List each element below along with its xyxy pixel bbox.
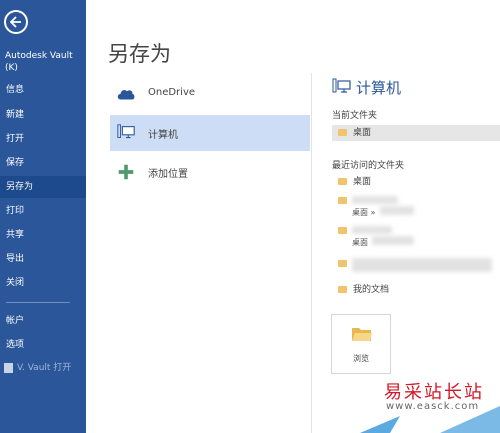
place-label: OneDrive — [148, 87, 196, 98]
redacted-text — [352, 226, 392, 234]
folder-icon — [338, 227, 347, 234]
plus-icon — [118, 164, 134, 180]
watermark-url: www.easck.com — [386, 401, 480, 412]
backstage-nav: Autodesk Vault (K) 信息 新建 打开 保存 另存为 打印 共享… — [0, 0, 86, 433]
place-onedrive[interactable]: OneDrive — [110, 76, 310, 112]
place-computer[interactable]: 计算机 — [110, 115, 310, 151]
folder-label: 桌面 — [353, 128, 372, 138]
cloud-icon — [117, 89, 135, 100]
nav-item-save[interactable]: 保存 — [0, 152, 86, 174]
page-title: 另存为 — [108, 42, 171, 66]
folder-icon — [338, 197, 347, 204]
recent-folder-item[interactable]: 我的文档 — [332, 282, 389, 298]
recent-folders-heading: 最近访问的文件夹 — [332, 161, 405, 171]
folder-icon — [338, 129, 347, 136]
computer-icon — [117, 124, 135, 139]
folder-path: 桌面 » — [352, 208, 376, 217]
recent-folder-item[interactable] — [332, 193, 353, 209]
nav-item-export[interactable]: 导出 — [0, 248, 86, 270]
nav-item-new[interactable]: 新建 — [0, 104, 86, 126]
redacted-text — [372, 236, 414, 245]
computer-icon — [332, 78, 351, 93]
nav-item-share[interactable]: 共享 — [0, 224, 86, 246]
open-folder-icon — [352, 328, 372, 341]
nav-item-options[interactable]: 选项 — [0, 334, 86, 356]
back-button[interactable] — [4, 10, 28, 34]
browse-button[interactable]: 浏览 — [331, 314, 391, 374]
nav-item-account[interactable]: 帐户 — [0, 310, 86, 332]
back-arrow-icon — [9, 16, 21, 28]
vault-icon — [4, 362, 13, 373]
recent-folder-item[interactable] — [332, 223, 353, 239]
place-add-location[interactable]: 添加位置 — [110, 154, 310, 190]
redacted-text — [352, 196, 398, 204]
folder-icon — [338, 178, 347, 185]
place-label: 计算机 — [148, 130, 178, 141]
nav-item-save-as[interactable]: 另存为 — [0, 176, 86, 198]
browse-label: 浏览 — [353, 354, 369, 363]
panel-divider — [311, 73, 312, 433]
current-folder-item[interactable]: 桌面 — [332, 125, 500, 141]
recent-folder-item[interactable] — [332, 256, 353, 272]
current-folder-heading: 当前文件夹 — [332, 111, 378, 121]
place-label: 添加位置 — [148, 169, 188, 180]
folder-icon — [338, 286, 347, 293]
panel-title: 计算机 — [356, 79, 402, 97]
nav-item-vault-open[interactable]: V. Vault 打开 — [4, 360, 84, 373]
recent-folder-item[interactable]: 桌面 — [332, 174, 371, 190]
nav-item-open[interactable]: 打开 — [0, 128, 86, 150]
app-name: Autodesk Vault (K) — [5, 51, 73, 73]
folder-path: 桌面 — [352, 238, 368, 247]
nav-divider — [6, 302, 70, 303]
nav-item-print[interactable]: 打印 — [0, 200, 86, 222]
redacted-text — [380, 206, 414, 215]
vault-open-label: V. Vault 打开 — [17, 363, 72, 373]
nav-item-close[interactable]: 关闭 — [0, 272, 86, 294]
folder-label: 桌面 — [353, 177, 372, 187]
nav-item-info[interactable]: 信息 — [0, 79, 86, 101]
redacted-text — [352, 258, 492, 272]
folder-label: 我的文档 — [353, 285, 390, 295]
folder-icon — [338, 260, 347, 267]
